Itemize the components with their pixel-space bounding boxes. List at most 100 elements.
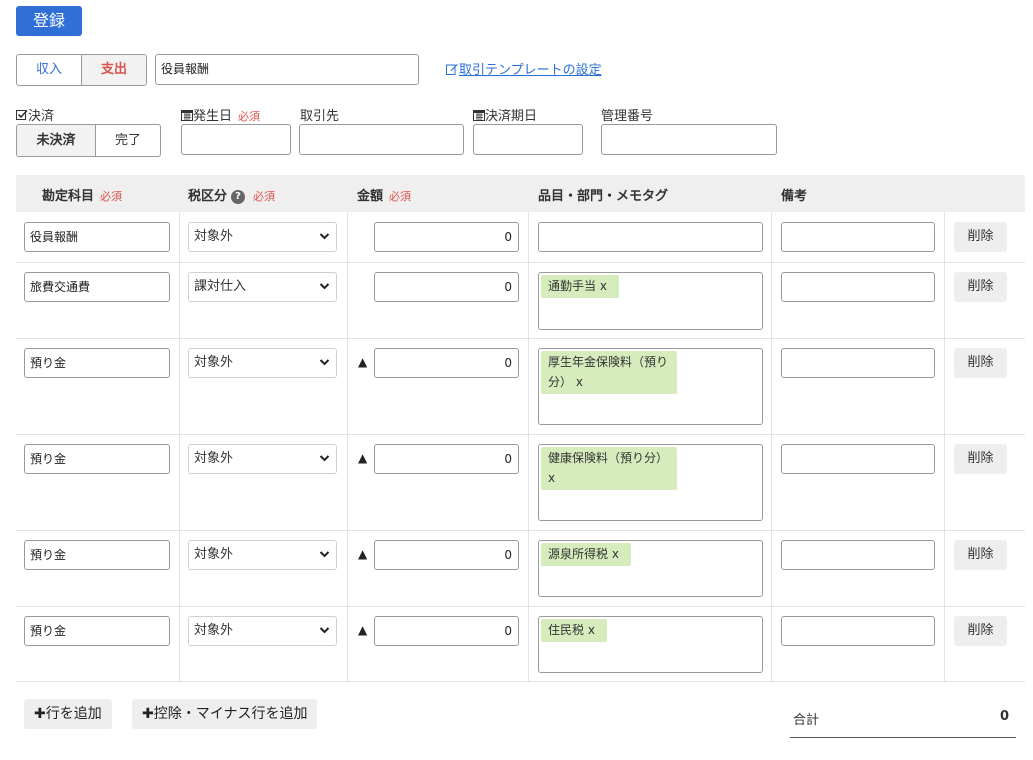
tags-header: 品目・部門・メモタグ — [538, 189, 669, 204]
chevron-down-icon — [319, 223, 330, 262]
minus-indicator: ▲ — [358, 451, 368, 465]
issue-date-label-text: 発生日 — [193, 109, 233, 124]
issue-date-input[interactable] — [181, 124, 291, 155]
delete-button[interactable]: 削除 — [954, 444, 1007, 474]
transaction-title-input[interactable]: 役員報酬 — [155, 54, 419, 85]
help-icon[interactable]: ? — [231, 190, 246, 204]
amount-input[interactable]: 0 — [374, 348, 519, 378]
memo-tag[interactable]: 源泉所得税 x — [541, 543, 631, 566]
chevron-down-icon — [319, 541, 330, 580]
tax-select[interactable]: 対象外 — [188, 348, 337, 378]
total-underline — [790, 737, 1016, 738]
management-number-input[interactable] — [601, 124, 777, 155]
amount-input[interactable]: 0 — [374, 616, 519, 646]
note-input[interactable] — [781, 348, 935, 378]
template-settings-label: 取引テンプレートの設定 — [459, 63, 602, 78]
row-divider — [16, 681, 1025, 682]
chevron-down-icon — [319, 273, 330, 312]
note-header: 備考 — [781, 189, 808, 204]
amount-input[interactable]: 0 — [374, 272, 519, 302]
tag-input[interactable] — [538, 222, 763, 252]
tax-select-value: 対象外 — [194, 355, 234, 370]
memo-tag[interactable]: 厚生年金保険料（預り分） x — [541, 351, 677, 394]
required-badge: 必須 — [253, 190, 276, 203]
add-minus-row-label: 控除・マイナス行を追加 — [153, 706, 308, 722]
required-badge: 必須 — [100, 190, 123, 203]
tax-select-value: 対象外 — [194, 451, 234, 466]
column-divider — [528, 212, 529, 681]
tax-header: 税区分? 必須 — [188, 189, 276, 204]
note-input[interactable] — [781, 616, 935, 646]
account-input[interactable]: 預り金 — [24, 616, 170, 646]
tax-select[interactable]: 課対仕入 — [188, 272, 337, 302]
due-date-label: 決済期日 — [473, 105, 537, 124]
edit-icon — [446, 64, 458, 75]
account-input[interactable]: 預り金 — [24, 348, 170, 378]
delete-button[interactable]: 削除 — [954, 540, 1007, 570]
memo-tag[interactable]: 住民税 x — [541, 619, 607, 642]
delete-button[interactable]: 削除 — [954, 616, 1007, 646]
required-badge: 必須 — [389, 190, 412, 203]
tax-select-value: 対象外 — [194, 547, 234, 562]
delete-button[interactable]: 削除 — [954, 348, 1007, 378]
tax-select-value: 課対仕入 — [194, 279, 247, 294]
expense-option[interactable]: 支出 — [82, 55, 146, 85]
amount-header: 金額 必須 — [357, 189, 412, 204]
plus-icon: ✚ — [34, 706, 46, 722]
amount-input[interactable]: 0 — [374, 540, 519, 570]
tag-input[interactable]: 厚生年金保険料（預り分） x — [538, 348, 763, 425]
memo-tag[interactable]: 健康保険料（預り分） x — [541, 447, 677, 490]
minus-indicator: ▲ — [358, 355, 368, 369]
add-row-button[interactable]: ✚行を追加 — [24, 699, 112, 729]
note-input[interactable] — [781, 272, 935, 302]
minus-indicator: ▲ — [358, 623, 368, 637]
tag-input[interactable]: 源泉所得税 x — [538, 540, 763, 597]
tax-select[interactable]: 対象外 — [188, 222, 337, 252]
settlement-toggle: 未決済 完了 — [16, 124, 161, 157]
register-button[interactable]: 登録 — [16, 6, 82, 36]
account-input[interactable]: 役員報酬 — [24, 222, 170, 252]
template-settings-link[interactable]: 取引テンプレートの設定 — [446, 59, 602, 78]
amount-input[interactable]: 0 — [374, 444, 519, 474]
delete-button[interactable]: 削除 — [954, 272, 1007, 302]
row-divider — [16, 338, 1025, 339]
add-minus-row-button[interactable]: ✚控除・マイナス行を追加 — [132, 699, 318, 729]
tax-select[interactable]: 対象外 — [188, 616, 337, 646]
memo-tag[interactable]: 通勤手当 x — [541, 275, 619, 298]
total-value: 0 — [999, 709, 1009, 724]
row-divider — [16, 262, 1025, 263]
required-badge: 必須 — [238, 110, 261, 123]
account-input[interactable]: 預り金 — [24, 540, 170, 570]
due-date-input[interactable] — [473, 124, 583, 155]
calendar-icon — [473, 110, 485, 121]
account-input[interactable]: 旅費交通費 — [24, 272, 170, 302]
note-input[interactable] — [781, 222, 935, 252]
tag-input[interactable]: 健康保険料（預り分） x — [538, 444, 763, 521]
done-option[interactable]: 完了 — [96, 125, 160, 156]
unsettled-option[interactable]: 未決済 — [17, 125, 96, 156]
due-date-label-text: 決済期日 — [485, 109, 538, 124]
settlement-label: 決済 — [16, 105, 54, 124]
chevron-down-icon — [319, 445, 330, 484]
checkbox-checked-icon — [16, 109, 28, 120]
account-input[interactable]: 預り金 — [24, 444, 170, 474]
amount-input[interactable]: 0 — [374, 222, 519, 252]
tax-select[interactable]: 対象外 — [188, 540, 337, 570]
tag-input[interactable]: 住民税 x — [538, 616, 763, 673]
tag-input[interactable]: 通勤手当 x — [538, 272, 763, 330]
tax-select[interactable]: 対象外 — [188, 444, 337, 474]
delete-button[interactable]: 削除 — [954, 222, 1007, 252]
add-row-label: 行を追加 — [45, 706, 102, 722]
row-divider — [16, 434, 1025, 435]
partner-input[interactable] — [299, 124, 464, 155]
note-input[interactable] — [781, 444, 935, 474]
note-input[interactable] — [781, 540, 935, 570]
income-option[interactable]: 収入 — [17, 55, 82, 85]
calendar-icon — [181, 110, 193, 121]
chevron-down-icon — [319, 349, 330, 388]
minus-indicator: ▲ — [358, 547, 368, 561]
column-divider — [179, 212, 180, 681]
row-divider — [16, 606, 1025, 607]
income-expense-toggle: 収入 支出 — [16, 54, 147, 86]
settlement-label-text: 決済 — [28, 109, 55, 124]
